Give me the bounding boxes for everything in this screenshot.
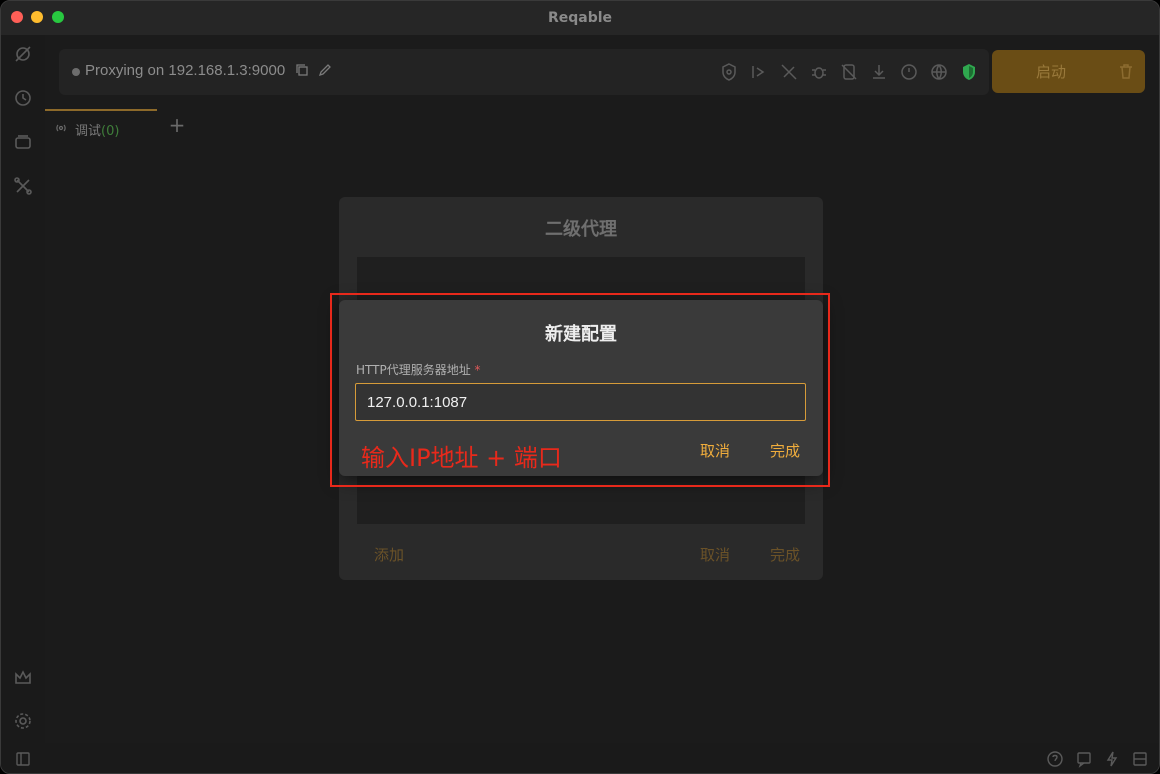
sidebar-toggle-icon[interactable] [14, 750, 32, 768]
settings-icon[interactable] [12, 710, 34, 732]
proxy-status-dot [72, 68, 80, 76]
proxy-toolbar: Proxying on 192.168.1.3:9000 [59, 49, 989, 95]
start-button-label: 启动 [1035, 63, 1066, 81]
download-icon[interactable] [869, 62, 889, 82]
proxy-status-text: Proxying on 192.168.1.3:9000 [85, 62, 332, 79]
collection-icon[interactable] [12, 131, 34, 153]
ssl-shield-icon[interactable] [719, 62, 739, 82]
feedback-icon[interactable] [1075, 750, 1093, 768]
bug-icon[interactable] [809, 62, 829, 82]
help-icon[interactable] [1046, 750, 1064, 768]
app-window: Reqable Proxying on 192.168.1.3:9000 启动 … [0, 0, 1160, 774]
session-tabs: 调试(0) + [45, 109, 1159, 145]
layout-icon[interactable] [1131, 750, 1149, 768]
status-bar [1, 743, 1159, 773]
secondary-proxy-cancel-button[interactable]: 取消 [700, 544, 730, 565]
copy-icon[interactable] [295, 63, 309, 77]
toolbar-icons [719, 62, 979, 82]
filter-icon[interactable] [749, 62, 769, 82]
security-shield-icon[interactable] [959, 62, 979, 82]
left-sidebar [1, 35, 45, 773]
history-icon[interactable] [12, 87, 34, 109]
tab-debug-label: 调试(0) [75, 120, 119, 139]
broadcast-icon [53, 120, 69, 136]
script-off-icon[interactable] [839, 62, 859, 82]
title-bar: Reqable [1, 1, 1159, 35]
edit-icon[interactable] [318, 63, 332, 77]
tab-debug-text: 调试 [75, 124, 102, 139]
proxy-status-label: Proxying on 192.168.1.3:9000 [85, 62, 286, 79]
add-tab-button[interactable]: + [165, 113, 189, 137]
capture-icon[interactable] [12, 43, 34, 65]
secondary-proxy-dialog-title: 二级代理 [545, 219, 617, 240]
globe-off-icon[interactable] [929, 62, 949, 82]
lightning-icon[interactable] [1103, 750, 1121, 768]
tab-debug-count: (0) [101, 124, 120, 139]
breakpoint-off-icon[interactable] [779, 62, 799, 82]
annotation-text: 输入IP地址 + 端口 [361, 444, 562, 472]
window-title: Reqable [547, 10, 613, 26]
throttle-icon[interactable] [899, 62, 919, 82]
tools-icon[interactable] [12, 175, 34, 197]
trash-icon[interactable] [1117, 62, 1135, 80]
secondary-proxy-done-button[interactable]: 完成 [770, 544, 800, 565]
tab-debug[interactable]: 调试(0) [45, 109, 157, 145]
start-button[interactable]: 启动 [992, 50, 1145, 93]
add-proxy-button[interactable]: 添加 [374, 544, 404, 565]
crown-icon[interactable] [12, 667, 34, 689]
